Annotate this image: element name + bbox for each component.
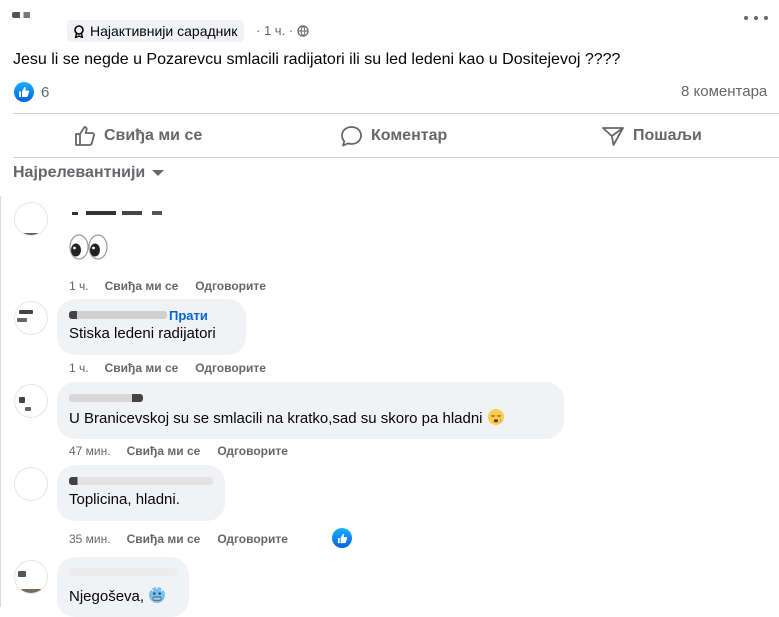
comment-avatar[interactable] [14,301,48,335]
like-button-label: Свиђа ми се [104,127,203,144]
comment-bubble: Njegoševa, [57,557,189,617]
comment-author-row: Прати [69,307,234,323]
comment-text: Toplicina, hladni. [69,491,180,508]
post-text: Jesu li se negde u Pozarevcu smlacili ra… [13,51,621,68]
comments-count-link[interactable]: 8 коментара [681,83,767,100]
comment-bubble: Toplicina, hladni. [57,465,225,521]
more-options-icon[interactable] [744,14,768,22]
share-button[interactable]: Пошаљи [601,123,702,149]
comment-text-row: Njegoševa, [69,586,177,605]
comment-bubble: Прати Stiska ledeni radijatori [57,299,246,355]
comment-author-name[interactable] [69,477,213,485]
top-contributor-badge[interactable]: Најактивнији сарадник [67,20,245,42]
comment-author-name[interactable] [69,311,167,319]
comment-author-name[interactable] [69,568,177,576]
share-button-label: Пошаљи [633,127,702,144]
comment-avatar[interactable] [14,384,48,418]
sleepy-face-emoji [487,409,504,425]
comment-bubble: U Branicevskoj su se smlacili na kratko,… [57,382,564,439]
divider-bottom [13,157,779,158]
comment-reply-button[interactable]: Одговорите [195,361,266,375]
reactions-summary[interactable]: 6 [14,82,49,102]
globe-icon [297,24,309,37]
poster-name-partial[interactable] [12,12,38,18]
comment-emoji-reply [69,233,109,266]
comment-time[interactable]: 1 ч. [69,361,89,375]
comment-time[interactable]: 35 мин. [69,532,111,546]
comment-button[interactable]: Коментар [340,123,447,149]
comment-like-reaction-icon[interactable] [332,528,352,548]
thumbs-up-small-icon [337,533,347,543]
comment-sort-dropdown[interactable]: Најрелевантнији [13,164,165,182]
like-button[interactable]: Свиђа ми се [74,123,202,149]
badge-icon [74,24,84,38]
comment-avatar[interactable] [14,202,48,236]
comment-text: Njegoševa, [69,588,145,605]
eyes-emoji [69,234,108,260]
comment-button-label: Коментар [371,127,448,144]
comment-time[interactable]: 1 ч. [69,279,89,293]
comment-like-button[interactable]: Свиђа ми се [127,444,201,458]
sort-label: Најрелевантнији [13,164,146,181]
comment-author-row [69,564,177,580]
cold-face-emoji [149,587,166,603]
comment-author-row [69,473,213,489]
caret-down-icon [152,170,165,176]
comment-author-row [69,390,552,406]
comment-actions: 35 мин. Свиђа ми се Одговорите [69,532,288,546]
comment-avatar[interactable] [14,467,48,501]
share-icon [602,127,624,146]
comment-reply-button[interactable]: Одговорите [195,279,266,293]
follow-button[interactable]: Прати [169,308,208,323]
comment-like-button[interactable]: Свиђа ми се [127,532,201,546]
comment-text: Stiska ledeni radijatori [69,325,216,342]
badge-label: Најактивнији сарадник [90,23,238,39]
comment-author-name[interactable] [69,394,143,402]
comment-text: U Branicevskoj su se smlacili na kratko,… [69,410,483,427]
comment-actions: 1 ч. Свиђа ми се Одговорите [69,361,266,375]
left-rail-divider [0,196,1,607]
reactions-count: 6 [41,83,50,101]
comment-actions: 1 ч. Свиђа ми се Одговорите [69,279,266,293]
comment-time[interactable]: 47 мин. [69,444,111,458]
divider-top [13,113,779,114]
comment-actions: 47 мин. Свиђа ми се Одговорите [69,444,288,458]
thumbs-up-icon [75,126,95,146]
comment-reply-button[interactable]: Одговорите [217,532,288,546]
comment-avatar[interactable] [14,560,48,594]
comment-like-button[interactable]: Свиђа ми се [105,361,179,375]
comment-like-button[interactable]: Свиђа ми се [105,279,179,293]
comment-text-row: U Branicevskoj su se smlacili na kratko,… [69,408,552,427]
post-meta: · 1 ч. · [256,23,309,38]
commenter-name-partial[interactable] [72,210,162,216]
post-time[interactable]: · 1 ч. · [256,23,293,38]
comment-reply-button[interactable]: Одговорите [217,444,288,458]
comment-bubble-icon [341,125,362,146]
like-reaction-icon [14,82,34,102]
